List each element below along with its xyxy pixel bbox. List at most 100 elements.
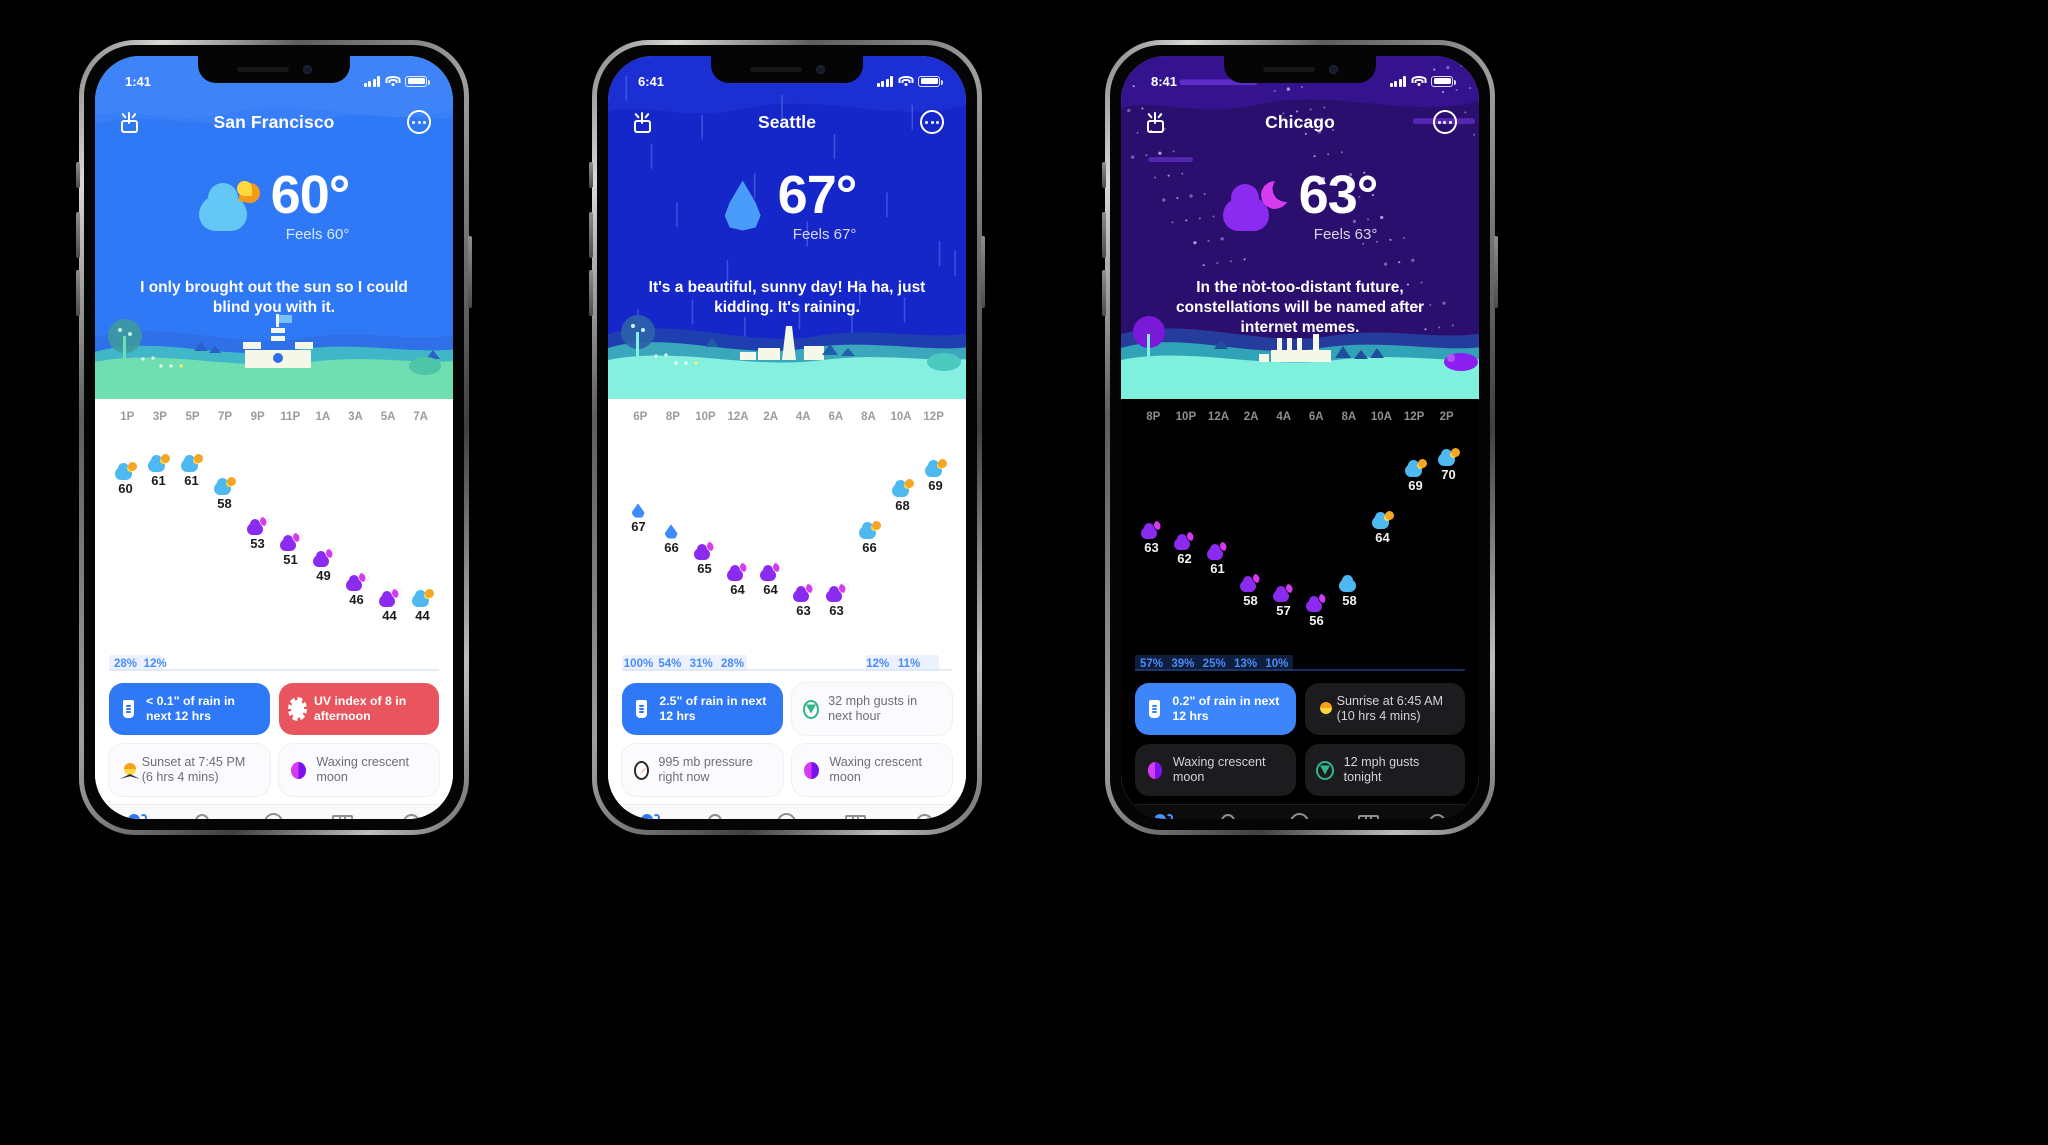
hourly-point[interactable]: 61 [1206, 541, 1230, 576]
tab-maps[interactable]: Maps [822, 813, 891, 819]
info-card-moon-phase[interactable]: Waxing crescent moon [791, 744, 952, 796]
volume-down-button[interactable] [589, 270, 593, 316]
power-button[interactable] [981, 236, 985, 308]
more-options-icon[interactable] [1431, 108, 1459, 136]
hourly-point[interactable]: 44 [411, 588, 434, 623]
power-button[interactable] [468, 236, 472, 308]
hour-label: 10P [1175, 411, 1197, 423]
hourly-point[interactable]: 53 [246, 516, 270, 551]
hourly-point[interactable]: 69 [924, 458, 947, 493]
more-options-icon[interactable] [918, 108, 946, 136]
tab-carrot[interactable]: CARROT [1265, 813, 1334, 819]
tab-maps[interactable]: Maps [1335, 813, 1404, 819]
hourly-point[interactable]: 69 [1404, 458, 1427, 493]
partly-cloudy-night-icon [792, 582, 816, 602]
tab-locations[interactable]: Locations [170, 813, 239, 819]
info-card-wind[interactable]: 12 mph gusts tonight [1304, 744, 1465, 796]
hourly-point[interactable]: 60 [114, 461, 137, 496]
hour-label: 7A [413, 411, 428, 423]
info-card-beaker[interactable]: < 0.1" of rain in next 12 hrs [109, 683, 270, 735]
hourly-chart[interactable]: 67 66 65 64 64 63 63 66 68 69 [622, 423, 952, 649]
info-card-text: 32 mph gusts in next hour [828, 693, 918, 723]
hourly-chart[interactable]: 60 61 61 58 53 51 49 46 44 44 [109, 423, 439, 649]
hourly-point[interactable]: 49 [312, 548, 336, 583]
more-options-icon[interactable] [405, 108, 433, 136]
info-card-uv-sun[interactable]: UV index of 8 in afternoon [278, 683, 439, 735]
info-card-beaker[interactable]: 2.5" of rain in next 12 hrs [622, 683, 783, 735]
hourly-temp: 58 [1342, 592, 1357, 608]
info-card-text: Waxing crescent moon [316, 754, 409, 784]
hourly-point[interactable]: 66 [858, 521, 881, 555]
hourly-point[interactable]: 56 [1305, 593, 1329, 628]
info-card-pressure[interactable]: 995 mb pressure right now [622, 744, 783, 796]
hourly-point[interactable]: 61 [180, 453, 203, 488]
hourly-point[interactable]: 62 [1173, 530, 1197, 566]
volume-down-button[interactable] [1102, 270, 1106, 316]
share-icon[interactable] [1141, 108, 1169, 136]
hourly-point[interactable]: 64 [1371, 510, 1394, 545]
hourly-point[interactable]: 65 [693, 541, 717, 576]
hourly-point[interactable]: 57 [1272, 582, 1296, 618]
hourly-point[interactable]: 58 [213, 477, 236, 511]
phone-seattle: 6:41 Seattle 67° Feels 67° It's a beauti… [589, 40, 985, 835]
hourly-point[interactable]: 58 [1239, 572, 1263, 608]
tab-locations[interactable]: Locations [683, 813, 752, 819]
hourly-point[interactable]: 63 [792, 582, 816, 618]
earpiece-speaker [1262, 67, 1315, 72]
maps-icon [1357, 813, 1381, 819]
search-icon [1219, 813, 1243, 819]
tab-locations[interactable]: Locations [1196, 813, 1265, 819]
info-card-sunrise[interactable]: Sunrise at 6:45 AM (10 hrs 4 mins) [1304, 683, 1465, 735]
notch [711, 56, 863, 83]
info-cards: 0.2" of rain in next 12 hrs Sunrise at 6… [1121, 673, 1479, 804]
hourly-point[interactable]: 61 [147, 453, 170, 488]
hourly-point[interactable]: 70 [1437, 448, 1460, 483]
power-button[interactable] [1494, 236, 1498, 308]
mute-switch[interactable] [1102, 162, 1106, 188]
hour-label: 11P [280, 411, 301, 423]
tab-weather[interactable]: Weather [614, 813, 683, 819]
info-cards: 2.5" of rain in next 12 hrs 32 mph gusts… [608, 673, 966, 804]
tab-settings[interactable]: Settings [1404, 813, 1473, 819]
hourly-point[interactable]: 67 [628, 500, 650, 534]
share-icon[interactable] [628, 108, 656, 136]
hourly-point[interactable]: 63 [1140, 520, 1164, 555]
hour-label: 6A [828, 411, 844, 423]
precip-value: 25% [1202, 658, 1226, 670]
hourly-point[interactable]: 58 [1338, 574, 1361, 608]
hourly-point[interactable]: 46 [345, 572, 369, 607]
info-card-sunset[interactable]: Sunset at 7:45 PM (6 hrs 4 mins) [109, 744, 270, 796]
tab-carrot[interactable]: CARROT [752, 813, 821, 819]
hourly-chart[interactable]: 63 62 61 58 57 56 58 64 69 70 [1135, 423, 1465, 649]
hourly-point[interactable]: 66 [661, 521, 683, 555]
mute-switch[interactable] [589, 162, 593, 188]
info-card-beaker[interactable]: 0.2" of rain in next 12 hrs [1135, 683, 1296, 735]
hour-label: 9P [250, 411, 265, 423]
info-card-wind[interactable]: 32 mph gusts in next hour [791, 683, 952, 735]
share-icon[interactable] [115, 108, 143, 136]
volume-down-button[interactable] [76, 270, 80, 316]
volume-up-button[interactable] [76, 212, 80, 258]
gear-icon [400, 813, 424, 819]
moon-phase-icon [1147, 761, 1163, 779]
hourly-point[interactable]: 68 [891, 479, 914, 513]
quip-text: It's a beautiful, sunny day! Ha ha, just… [648, 279, 926, 316]
hourly-point[interactable]: 44 [378, 587, 402, 623]
mute-switch[interactable] [76, 162, 80, 188]
tab-carrot[interactable]: CARROT [239, 813, 308, 819]
hourly-point[interactable]: 51 [279, 532, 303, 567]
tab-settings[interactable]: Settings [891, 813, 960, 819]
volume-up-button[interactable] [589, 212, 593, 258]
tab-weather[interactable]: Weather [101, 813, 170, 819]
hourly-point[interactable]: 64 [759, 562, 783, 597]
hourly-point[interactable]: 63 [825, 582, 849, 618]
hourly-point[interactable]: 64 [726, 562, 750, 597]
partly-cloudy-day-icon [858, 521, 881, 540]
hourly-temp: 70 [1441, 467, 1456, 483]
info-card-moon-phase[interactable]: Waxing crescent moon [1135, 744, 1296, 796]
tab-settings[interactable]: Settings [378, 813, 447, 819]
volume-up-button[interactable] [1102, 212, 1106, 258]
tab-maps[interactable]: Maps [309, 813, 378, 819]
tab-weather[interactable]: Weather [1127, 813, 1196, 819]
info-card-moon-phase[interactable]: Waxing crescent moon [278, 744, 439, 796]
